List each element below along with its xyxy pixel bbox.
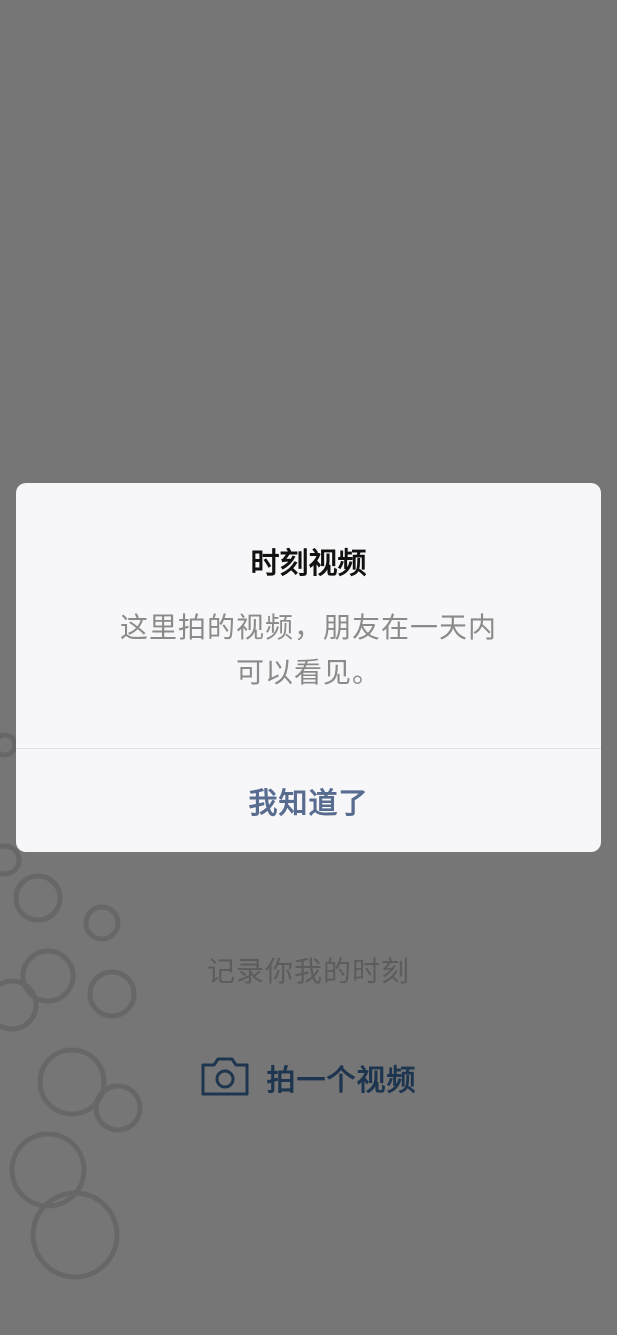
dialog-message: 这里拍的视频，朋友在一天内 可以看见。	[76, 605, 541, 695]
got-it-button[interactable]: 我知道了	[16, 749, 601, 852]
dialog-message-line: 这里拍的视频，朋友在一天内	[119, 611, 497, 644]
dialog-title: 时刻视频	[250, 546, 367, 580]
moments-video-dialog: 时刻视频 这里拍的视频，朋友在一天内 可以看见。 我知道了	[16, 483, 601, 852]
moments-video-screen: 记录你我的时刻 拍一个视频 时刻视频 这里拍的视频，朋友在一天内 可以看见。 我…	[0, 0, 617, 1335]
dialog-message-line: 可以看见。	[235, 656, 381, 689]
